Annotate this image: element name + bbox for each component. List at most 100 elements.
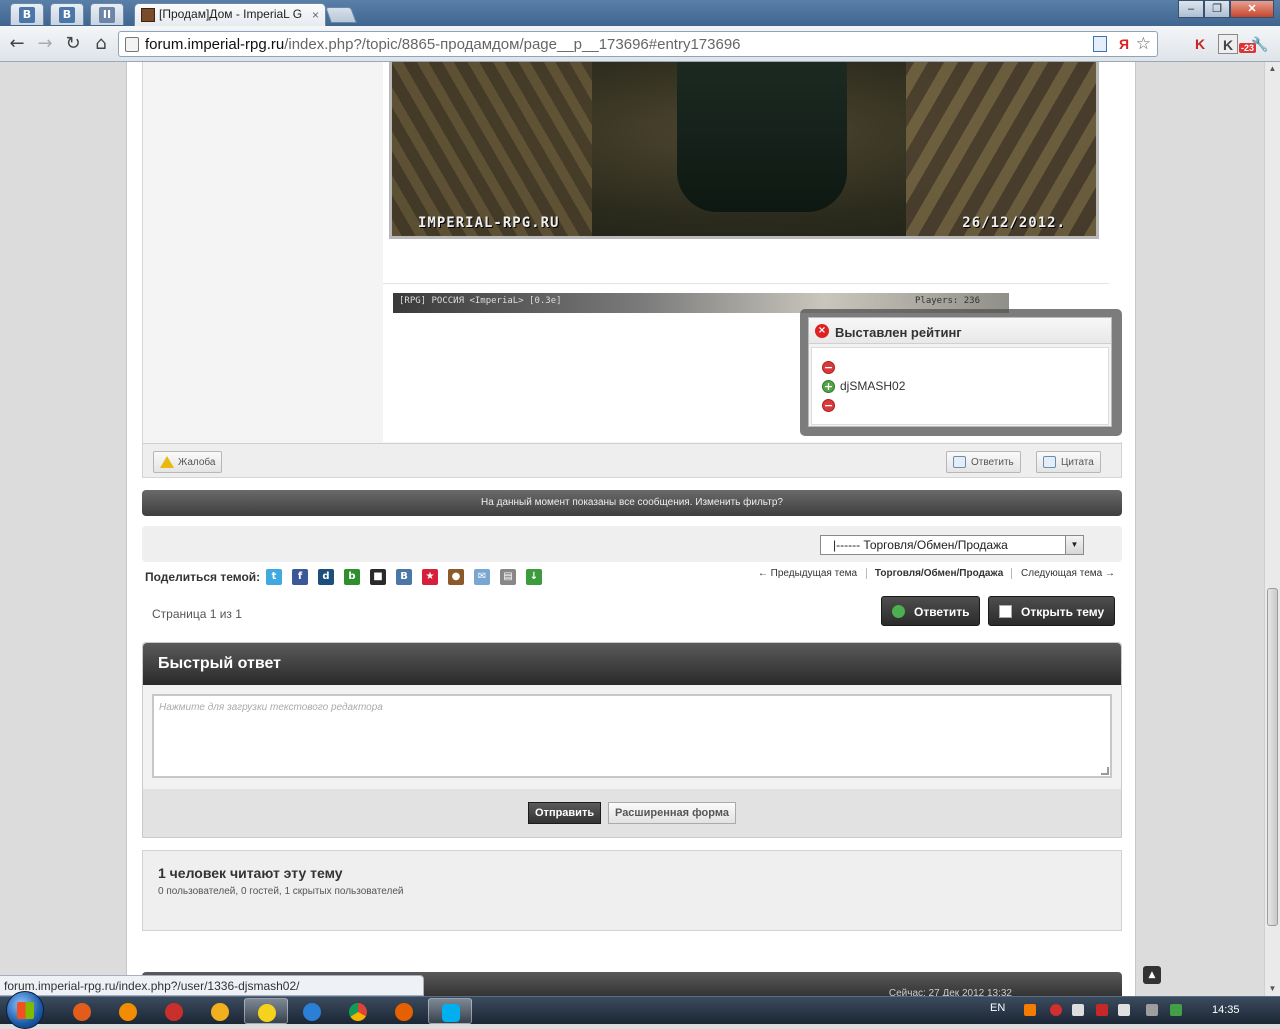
- pause-icon: II: [99, 7, 115, 23]
- close-window-button[interactable]: ✕: [1230, 0, 1274, 18]
- post-image-screenshot[interactable]: IMPERIAL-RPG.RU 26/12/2012.: [389, 62, 1099, 239]
- scroll-to-top-button[interactable]: ▲: [1143, 966, 1161, 984]
- url-host: forum.imperial-rpg.ru: [145, 36, 285, 53]
- taskbar-skype[interactable]: [428, 998, 472, 1024]
- action-center-icon[interactable]: [1146, 1004, 1158, 1016]
- tab-close-icon[interactable]: ×: [312, 8, 319, 22]
- scroll-down-icon[interactable]: ▼: [1265, 982, 1280, 996]
- moikrug-icon[interactable]: ●: [448, 569, 464, 585]
- taskbar-clock[interactable]: 14:35: [1212, 1004, 1240, 1016]
- submit-button[interactable]: Отправить: [528, 802, 602, 824]
- quote-bubble-icon: [1043, 456, 1056, 468]
- home-button[interactable]: ⌂: [90, 33, 112, 55]
- image-detail: [677, 62, 847, 212]
- quote-button[interactable]: Цитата: [1036, 451, 1101, 473]
- page-action-icon[interactable]: [1093, 36, 1107, 52]
- reply-label: Ответить: [971, 457, 1014, 468]
- readers-title: 1 человек читают эту тему: [158, 865, 343, 881]
- page-icon: [125, 37, 139, 52]
- rating-user-name: [840, 398, 902, 412]
- app-icon: [73, 1003, 91, 1021]
- delicious-icon[interactable]: ■: [370, 569, 386, 585]
- buzz-icon[interactable]: b: [344, 569, 360, 585]
- taskbar-chrome[interactable]: [336, 998, 380, 1024]
- download-icon[interactable]: ↓: [526, 569, 542, 585]
- rating-entry[interactable]: + djSMASH02: [822, 379, 905, 397]
- window-controls: – ❐ ✕: [1178, 0, 1274, 18]
- email-icon[interactable]: ✉: [474, 569, 490, 585]
- pinned-tab-vk-2[interactable]: В: [50, 3, 84, 25]
- scrollbar-thumb[interactable]: [1267, 588, 1278, 926]
- yandex-icon[interactable]: Я: [1119, 36, 1129, 52]
- taskbar-firefox[interactable]: [382, 998, 426, 1024]
- new-tab-button[interactable]: [325, 7, 357, 23]
- scroll-up-icon[interactable]: ▲: [1265, 62, 1280, 76]
- taskbar-app-4[interactable]: [198, 998, 242, 1024]
- page-scrollbar[interactable]: ▲ ▼: [1264, 62, 1280, 996]
- pinned-tab-pause[interactable]: II: [90, 3, 124, 25]
- forum-jump-selected: |------ Торговля/Обмен/Продажа: [833, 538, 1008, 552]
- back-button[interactable]: ←: [6, 33, 28, 55]
- network-icon[interactable]: [1096, 1004, 1108, 1016]
- app-icon: [119, 1003, 137, 1021]
- readers-detail: 0 пользователей, 0 гостей, 1 скрытых пол…: [158, 886, 404, 897]
- prev-topic-link[interactable]: ← Предыдущая тема: [758, 568, 857, 579]
- taskbar-app-5[interactable]: [244, 998, 288, 1024]
- tray-app-icon[interactable]: [1024, 1004, 1036, 1016]
- forward-button[interactable]: →: [34, 33, 56, 55]
- post-actions-bar: Жалоба Ответить Цитата: [143, 443, 1121, 477]
- facebook-icon[interactable]: f: [292, 569, 308, 585]
- post-reply-button[interactable]: Ответить: [946, 451, 1021, 473]
- resize-grip-icon[interactable]: [1101, 767, 1109, 775]
- language-indicator[interactable]: EN: [990, 1002, 1005, 1014]
- editor-placeholder: Нажмите для загрузки текстового редактор…: [159, 702, 383, 713]
- maximize-button[interactable]: ❐: [1204, 0, 1230, 18]
- new-topic-button[interactable]: Открыть тему: [988, 596, 1116, 626]
- report-button[interactable]: Жалоба: [153, 451, 223, 473]
- forum-jump-select[interactable]: |------ Торговля/Обмен/Продажа ▼: [820, 535, 1084, 555]
- quick-reply-footer: Отправить Расширенная форма: [143, 789, 1121, 837]
- kaspersky-icon[interactable]: K: [1190, 34, 1210, 54]
- rating-entry[interactable]: −: [822, 360, 902, 378]
- vkontakte-icon[interactable]: B: [396, 569, 412, 585]
- bookmark-star-icon[interactable]: ☆: [1136, 34, 1151, 54]
- digg-icon[interactable]: d: [318, 569, 334, 585]
- volume-icon[interactable]: [1118, 1004, 1130, 1016]
- taskbar-app-2[interactable]: [106, 998, 150, 1024]
- tray-app-icon[interactable]: [1050, 1004, 1062, 1016]
- current-forum-link[interactable]: Торговля/Обмен/Продажа: [865, 568, 1013, 579]
- filter-bar[interactable]: На данный момент показаны все сообщения.…: [142, 490, 1122, 516]
- reply-button-label: Ответить: [914, 605, 970, 619]
- app-icon: [258, 1004, 276, 1022]
- active-tab[interactable]: [Продам]Дом - ImperiaL G ×: [134, 3, 326, 26]
- tray-arrow-icon[interactable]: [1072, 1004, 1084, 1016]
- extension-k-icon[interactable]: K: [1218, 34, 1238, 54]
- tab-title: [Продам]Дом - ImperiaL G: [159, 7, 303, 21]
- taskbar-app-3[interactable]: [152, 998, 196, 1024]
- twitter-icon[interactable]: t: [266, 569, 282, 585]
- print-icon[interactable]: ▤: [500, 569, 516, 585]
- chevron-down-icon[interactable]: ▼: [1065, 536, 1083, 554]
- taskbar-app-1[interactable]: [60, 998, 104, 1024]
- signature-server-text: [RPG] РОССИЯ <ImperiaL> [0.3e]: [399, 296, 562, 306]
- rating-entry[interactable]: −: [822, 398, 902, 416]
- next-topic-link[interactable]: Следующая тема →: [1021, 568, 1115, 579]
- taskbar-app-6[interactable]: [290, 998, 334, 1024]
- app-icon: [165, 1003, 183, 1021]
- advanced-form-button[interactable]: Расширенная форма: [608, 802, 736, 824]
- tray-check-icon[interactable]: [1170, 1004, 1182, 1016]
- start-button[interactable]: [6, 991, 44, 1029]
- wrench-menu-icon[interactable]: 🔧: [1250, 34, 1270, 54]
- minus-icon: −: [822, 399, 835, 412]
- signature-divider: [383, 283, 1109, 284]
- reload-button[interactable]: ↻: [62, 33, 84, 55]
- address-bar[interactable]: forum.imperial-rpg.ru/index.php?/topic/8…: [118, 31, 1158, 57]
- pinned-tab-vk-1[interactable]: В: [10, 3, 44, 25]
- rating-user-name[interactable]: djSMASH02: [840, 379, 905, 393]
- quick-reply-editor[interactable]: Нажмите для загрузки текстового редактор…: [152, 694, 1112, 778]
- status-bar: forum.imperial-rpg.ru/index.php?/user/13…: [0, 975, 424, 996]
- close-icon[interactable]: ×: [815, 324, 829, 338]
- mister-wong-icon[interactable]: ★: [422, 569, 438, 585]
- minimize-button[interactable]: –: [1178, 0, 1204, 18]
- reply-button[interactable]: Ответить: [881, 596, 981, 626]
